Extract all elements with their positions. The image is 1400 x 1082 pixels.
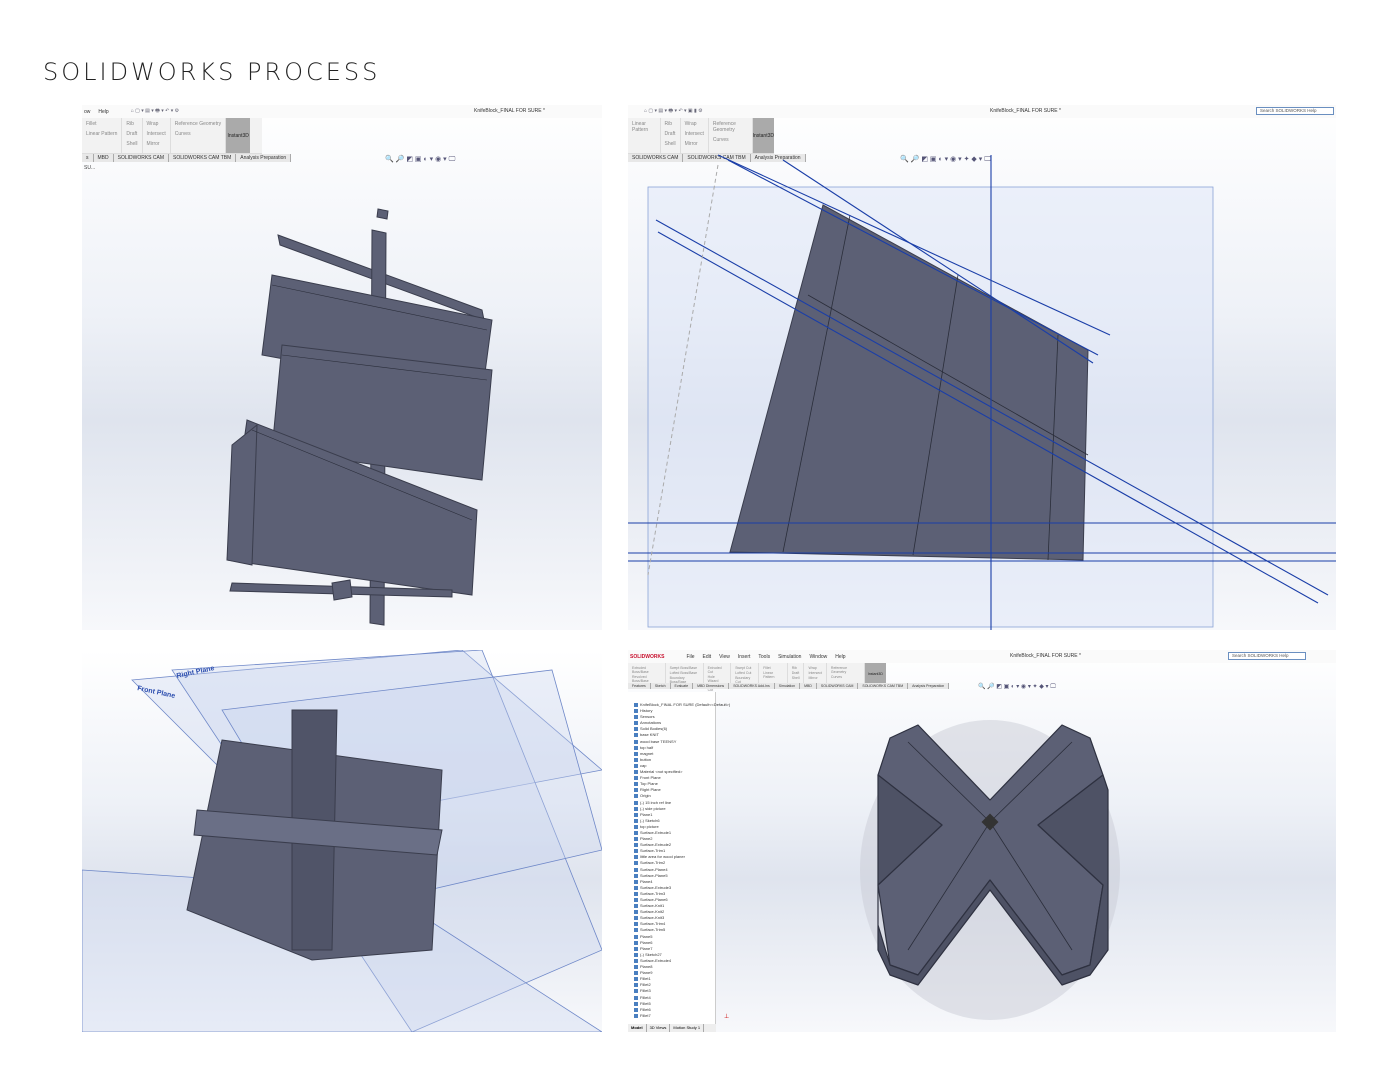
section-model — [628, 154, 1336, 630]
screenshot-reference-planes: Front Plane Right Plane — [82, 650, 602, 1032]
screenshot-section-planes: ⌂ ▢ ▾ ▤ ▾ 🖶 ▾ ↶ ▾ ▣ ▮ ⚙ KnifeBlock_FINAL… — [628, 105, 1336, 630]
exploded-model — [226, 208, 493, 626]
page-title: SOLIDWORKS PROCESS — [43, 58, 381, 86]
planes-model: Front Plane Right Plane — [82, 650, 602, 1032]
final-knife-block-model: ⊥ — [724, 720, 1120, 1020]
screenshot-final-model: SOLIDWORKS File Edit View Insert Tools S… — [628, 650, 1336, 1032]
axis-triad-icon: ⊥ — [724, 1013, 729, 1020]
screenshot-exploded-view: ow Help ⌂ ▢ ▾ ▤ ▾ 🖶 ▾ ↶ ▾ ⚙ KnifeBlock_F… — [82, 105, 602, 630]
